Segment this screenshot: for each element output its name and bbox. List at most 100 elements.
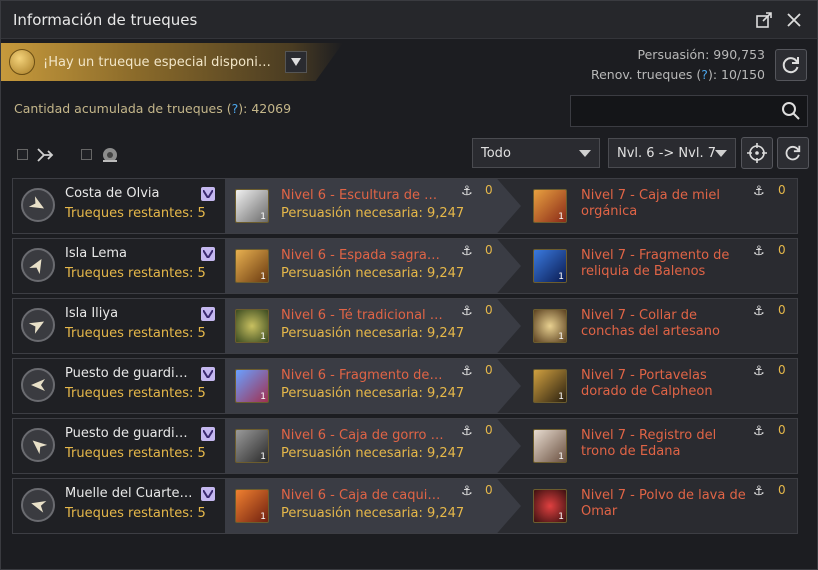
honey-box-item-icon[interactable]: 1 <box>533 189 567 223</box>
type-select[interactable]: Todo <box>472 138 600 168</box>
accumulated-value: 42069 <box>251 101 292 116</box>
anchor-icon: ⚓ <box>753 244 765 259</box>
persuasion-value: 990,753 <box>713 47 765 62</box>
chevron-down-icon <box>291 58 301 66</box>
type-select-value: Todo <box>481 145 511 161</box>
navigate-button[interactable] <box>21 368 55 402</box>
accumulated-barters: Cantidad acumulada de trueques (?): 4206… <box>14 101 291 116</box>
barter-filter-icon <box>37 148 54 162</box>
give-item-panel[interactable]: 1 Nivel 6 - Caja de gorro tr... Persuasi… <box>225 419 521 473</box>
barter-row[interactable]: Costa de Olvia Trueques restantes: 5 1 N… <box>12 178 798 234</box>
give-item-panel[interactable]: 1 Nivel 6 - Caja de caquis d... Persuasi… <box>225 479 521 533</box>
receive-item-name: Nivel 7 - Caja de miel orgánica <box>581 188 721 219</box>
anchor-icon: ⚓ <box>753 424 765 439</box>
give-item-name: Nivel 6 - Fragmento de cr... <box>281 368 445 383</box>
special-barter-banner[interactable]: ¡Hay un trueque especial disponible en .… <box>1 43 343 81</box>
accumulated-label: Cantidad acumulada de trueques ( <box>14 101 232 116</box>
receive-count: 0 <box>778 183 786 197</box>
v-badge-icon <box>201 427 215 441</box>
receive-item-name: Nivel 7 - Collar de conchas del artesano <box>581 308 720 339</box>
location-name: Muelle del Cuartel s... <box>65 486 193 501</box>
chevron-down-icon <box>715 150 727 157</box>
give-count: 0 <box>485 183 493 197</box>
level-select[interactable]: Nvl. 6 -> Nvl. 7 <box>608 138 736 168</box>
navigate-button[interactable] <box>21 428 55 462</box>
renov-suffix: ): <box>707 67 718 82</box>
navigate-button[interactable] <box>21 488 55 522</box>
location-name: Puesto de guardia ... <box>65 426 193 441</box>
receive-item-name: Nivel 7 - Fragmento de reliquia de Balen… <box>581 248 730 279</box>
v-badge-icon <box>201 247 215 261</box>
receive-count: 0 <box>778 243 786 257</box>
anchor-icon: ⚓ <box>461 424 473 439</box>
give-count: 0 <box>485 363 493 377</box>
v-badge-icon <box>201 187 215 201</box>
filter-checkbox-2[interactable] <box>81 149 92 160</box>
navigation-arrow-icon <box>31 379 45 391</box>
shell-necklace-item-icon[interactable]: 1 <box>533 309 567 343</box>
navigation-arrow-icon <box>32 440 47 454</box>
lava-dust-item-icon[interactable]: 1 <box>533 489 567 523</box>
v-badge-icon <box>201 307 215 321</box>
sword-item-icon[interactable]: 1 <box>235 249 269 283</box>
barter-stats: Persuasión: 990,753 Renov. trueques (?):… <box>591 45 765 85</box>
tea-item-icon[interactable]: 1 <box>235 309 269 343</box>
coin-bag-icon <box>9 49 35 75</box>
locate-button[interactable] <box>741 137 773 169</box>
barter-row[interactable]: Isla Lema Trueques restantes: 5 1 Nivel … <box>12 238 798 294</box>
navigate-button[interactable] <box>21 248 55 282</box>
barter-row[interactable]: Puesto de guardia... Trueques restantes:… <box>12 358 798 414</box>
barter-row[interactable]: Puesto de guardia ... Trueques restantes… <box>12 418 798 474</box>
give-item-panel[interactable]: 1 Nivel 6 - Té tradicional de... Persuas… <box>225 299 521 353</box>
remaining-barters: Trueques restantes: 5 <box>65 266 206 281</box>
navigate-button[interactable] <box>21 308 55 342</box>
give-item-panel[interactable]: 1 Nivel 6 - Fragmento de cr... Persuasió… <box>225 359 521 413</box>
receive-count: 0 <box>778 483 786 497</box>
v-badge-icon <box>201 367 215 381</box>
title-bar: Información de trueques <box>1 1 817 39</box>
receive-count: 0 <box>778 423 786 437</box>
anchor-icon: ⚓ <box>461 184 473 199</box>
renov-help-button[interactable]: ? <box>701 67 708 82</box>
close-icon[interactable] <box>783 9 805 31</box>
remaining-barters: Trueques restantes: 5 <box>65 326 206 341</box>
give-count: 0 <box>485 423 493 437</box>
search-input[interactable] <box>570 95 808 127</box>
throne-record-item-icon[interactable]: 1 <box>533 429 567 463</box>
give-count: 0 <box>485 483 493 497</box>
renew-barters-button[interactable] <box>775 49 807 81</box>
filter-checkbox-1[interactable] <box>17 149 28 160</box>
candlestick-item-icon[interactable]: 1 <box>533 369 567 403</box>
pin-icon[interactable] <box>753 9 775 31</box>
anchor-icon: ⚓ <box>753 184 765 199</box>
banner-dropdown-button[interactable] <box>285 51 307 73</box>
persuasion-required: Persuasión necesaria: 9,247 <box>281 386 465 401</box>
renov-label: Renov. trueques ( <box>590 67 702 82</box>
search-icon[interactable] <box>781 101 801 121</box>
anchor-icon: ⚓ <box>461 244 473 259</box>
anchor-icon: ⚓ <box>461 304 473 319</box>
give-item-panel[interactable]: 1 Nivel 6 - Espada sagrada ... Persuasió… <box>225 239 521 293</box>
level-select-value: Nvl. 6 -> Nvl. 7 <box>617 145 716 161</box>
accumulated-suffix: ): <box>238 101 248 116</box>
location-name: Isla Lema <box>65 246 127 261</box>
barter-row[interactable]: Muelle del Cuartel s... Trueques restant… <box>12 478 798 534</box>
sculpture-item-icon[interactable]: 1 <box>235 189 269 223</box>
remaining-barters: Trueques restantes: 5 <box>65 386 206 401</box>
barter-row[interactable]: Isla Iliya Trueques restantes: 5 1 Nivel… <box>12 298 798 354</box>
crystal-fragment-item-icon[interactable]: 1 <box>235 369 269 403</box>
relic-fragment-item-icon[interactable]: 1 <box>533 249 567 283</box>
give-item-panel[interactable]: 1 Nivel 6 - Escultura de Ka... Persuasió… <box>225 179 521 233</box>
barter-list: Costa de Olvia Trueques restantes: 5 1 N… <box>12 178 798 538</box>
give-item-name: Nivel 6 - Escultura de Ka... <box>281 188 445 203</box>
remaining-barters: Trueques restantes: 5 <box>65 446 206 461</box>
give-count: 0 <box>485 243 493 257</box>
hat-box-item-icon[interactable]: 1 <box>235 429 269 463</box>
refresh-list-button[interactable] <box>777 137 809 169</box>
persimmon-box-item-icon[interactable]: 1 <box>235 489 269 523</box>
persuasion-required: Persuasión necesaria: 9,247 <box>281 446 465 461</box>
give-count: 0 <box>485 303 493 317</box>
navigate-button[interactable] <box>21 188 55 222</box>
crosshair-icon <box>747 143 767 163</box>
location-name: Puesto de guardia... <box>65 366 193 381</box>
